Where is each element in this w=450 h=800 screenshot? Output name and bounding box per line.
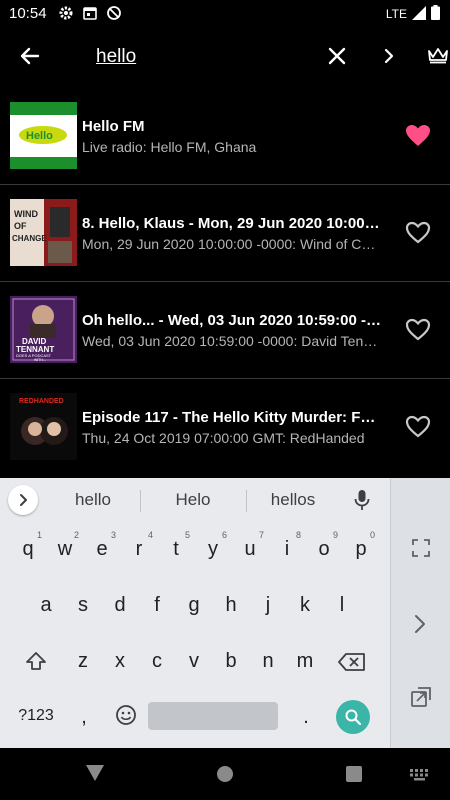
result-title: 8. Hello, Klaus - Mon, 29 Jun 2020 10:00… (82, 215, 382, 232)
result-subtitle: Thu, 24 Oct 2019 07:00:00 GMT: RedHanded (82, 430, 365, 446)
keyboard-switch-icon[interactable] (410, 768, 430, 786)
key-b[interactable]: b (213, 650, 249, 673)
redhanded-cover: REDHANDED (10, 393, 77, 460)
favorite-outline-icon[interactable] (405, 318, 431, 347)
battery-icon (431, 5, 440, 23)
search-input[interactable]: hello (96, 46, 136, 68)
emoji-icon[interactable] (108, 704, 144, 732)
key-comma[interactable]: , (66, 706, 102, 729)
key-o[interactable]: o (306, 538, 342, 561)
status-time: 10:54 (9, 5, 47, 22)
key-l[interactable]: l (324, 594, 360, 617)
crown-icon[interactable] (427, 46, 449, 69)
wind-of-change-cover: WIND OF CHANGE (10, 199, 77, 266)
key-i[interactable]: i (269, 538, 305, 561)
fullscreen-icon[interactable] (411, 538, 431, 563)
shift-icon[interactable] (18, 650, 54, 678)
result-title: Episode 117 - The Hello Kitty Murder: Fa… (82, 409, 382, 426)
key-r[interactable]: r (121, 538, 157, 561)
key-z[interactable]: z (65, 650, 101, 673)
key-a[interactable]: a (28, 594, 64, 617)
resize-icon[interactable] (410, 686, 432, 713)
key-c[interactable]: c (139, 650, 175, 673)
data-saver-icon (106, 5, 122, 26)
results-list: Hello Hello FM Live radio: Hello FM, Gha… (0, 88, 450, 475)
search-icon (345, 709, 362, 726)
expand-suggestions-icon[interactable] (8, 485, 38, 515)
key-v[interactable]: v (176, 650, 212, 673)
key-j[interactable]: j (250, 594, 286, 617)
favorite-outline-icon[interactable] (405, 221, 431, 250)
key-n[interactable]: n (250, 650, 286, 673)
favorite-outline-icon[interactable] (405, 415, 431, 444)
result-subtitle: Mon, 29 Jun 2020 10:00:00 -0000: Wind of… (82, 236, 382, 252)
list-item[interactable]: Hello Hello FM Live radio: Hello FM, Gha… (0, 88, 450, 185)
clear-icon[interactable] (326, 45, 348, 72)
nav-back-icon[interactable] (86, 765, 104, 786)
key-w[interactable]: w (47, 538, 83, 561)
result-title: Hello FM (82, 118, 145, 135)
cover-text: REDHANDED (19, 398, 64, 405)
key-g[interactable]: g (176, 594, 212, 617)
suggestion-divider (140, 490, 141, 512)
microphone-icon[interactable] (354, 489, 370, 516)
nav-home-icon[interactable] (217, 766, 233, 787)
suggestion[interactable]: hellos (248, 490, 338, 510)
key-x[interactable]: x (102, 650, 138, 673)
search-key[interactable] (336, 700, 370, 734)
search-toolbar: hello (0, 28, 450, 86)
favorite-filled-icon[interactable] (405, 124, 431, 153)
keyboard-side-panel (390, 478, 450, 748)
key-period[interactable]: . (288, 706, 324, 729)
network-type: LTE (385, 7, 407, 21)
key-e[interactable]: e (84, 538, 120, 561)
key-s[interactable]: s (65, 594, 101, 617)
back-arrow-icon[interactable] (18, 44, 42, 73)
hello-fm-logo: Hello (10, 102, 77, 169)
backspace-icon[interactable] (334, 652, 370, 678)
soft-keyboard: hello Helo hellos 1 2 3 4 5 6 7 8 9 0 q … (0, 478, 450, 748)
suggestion-divider (246, 490, 247, 512)
key-y[interactable]: y (195, 538, 231, 561)
key-k[interactable]: k (287, 594, 323, 617)
list-item[interactable]: DAVID TENNANT DOES A PODCAST WITH... Oh … (0, 282, 450, 379)
hello-fm-logo-text: Hello (26, 130, 53, 142)
settings-gear-icon (58, 5, 74, 26)
key-t[interactable]: t (158, 538, 194, 561)
chevron-right-icon[interactable] (380, 46, 398, 71)
spacebar[interactable] (148, 702, 278, 730)
symbols-key[interactable]: ?123 (14, 707, 58, 725)
list-item[interactable]: WIND OF CHANGE 8. Hello, Klaus - Mon, 29… (0, 185, 450, 282)
signal-icon (412, 5, 426, 23)
cover-text: CHANGE (12, 234, 47, 243)
key-p[interactable]: p (343, 538, 379, 561)
result-subtitle: Wed, 03 Jun 2020 10:59:00 -0000: David T… (82, 333, 382, 349)
key-u[interactable]: u (232, 538, 268, 561)
key-f[interactable]: f (139, 594, 175, 617)
david-tennant-podcast-cover: DAVID TENNANT DOES A PODCAST WITH... (10, 296, 77, 363)
cover-text: WIND (14, 209, 38, 219)
calendar-icon (82, 5, 98, 26)
key-h[interactable]: h (213, 594, 249, 617)
suggestion[interactable]: hello (48, 490, 138, 510)
suggestion[interactable]: Helo (148, 490, 238, 510)
result-subtitle: Live radio: Hello FM, Ghana (82, 139, 257, 155)
chevron-right-icon[interactable] (413, 613, 427, 640)
cover-text: WITH... (34, 358, 46, 362)
status-bar: 10:54 LTE (0, 0, 450, 28)
key-q[interactable]: q (10, 538, 46, 561)
result-title: Oh hello... - Wed, 03 Jun 2020 10:59:00 … (82, 312, 382, 329)
list-item[interactable]: REDHANDED Episode 117 - The Hello Kitty … (0, 379, 450, 475)
key-m[interactable]: m (287, 650, 323, 673)
navigation-bar (0, 748, 450, 800)
nav-recents-icon[interactable] (346, 766, 362, 787)
suggestion-strip: hello Helo hellos (0, 478, 390, 522)
cover-text: OF (14, 221, 27, 231)
key-d[interactable]: d (102, 594, 138, 617)
